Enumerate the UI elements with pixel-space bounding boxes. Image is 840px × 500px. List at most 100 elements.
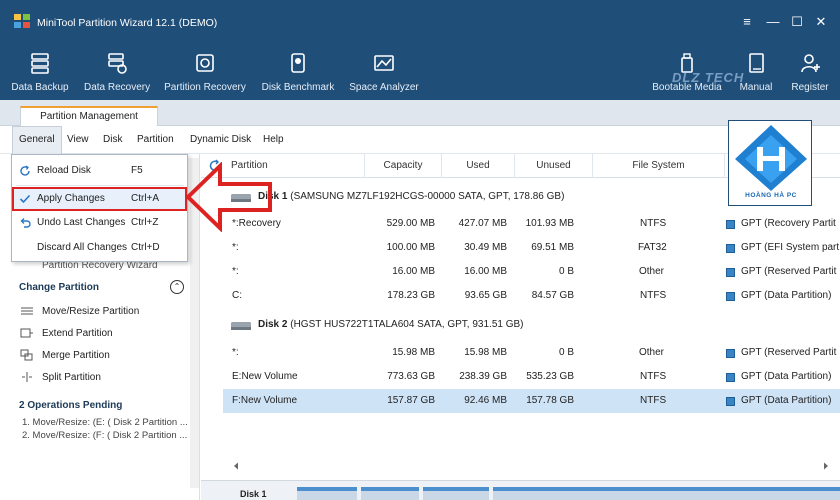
general-dropdown-menu: Reload Disk F5 Apply Changes Ctrl+A Undo… [11, 154, 188, 262]
cell-file-system: NTFS [640, 290, 667, 301]
tab-partition-management[interactable]: Partition Management [20, 106, 158, 127]
extend-partition-item[interactable]: Extend Partition [20, 328, 113, 339]
cell-type: GPT (Data Partition) [741, 371, 832, 382]
pending-operation-2[interactable]: 2. Move/Resize: (F: ( Disk 2 Partition .… [22, 430, 187, 441]
manual-button[interactable]: Manual [736, 52, 776, 98]
diskmap-segment[interactable] [297, 487, 357, 500]
collapse-icon[interactable]: ⌃ [170, 280, 184, 294]
disk-2-detail: (HGST HUS722T1TALA604 SATA, GPT, 931.51 … [290, 319, 524, 330]
merge-partition-label: Merge Partition [42, 350, 110, 361]
menu-help[interactable]: Help [257, 126, 290, 154]
menu-disk[interactable]: Disk [97, 126, 128, 154]
reload-disk-item[interactable]: Reload Disk F5 [12, 159, 187, 183]
diskmap-disk-label: Disk 1 [240, 489, 267, 499]
app-logo-icon [14, 14, 30, 28]
menu-separator [16, 185, 184, 186]
move-resize-icon [21, 307, 33, 315]
bootable-media-button[interactable]: Bootable Media [652, 52, 722, 98]
manual-icon [749, 53, 764, 73]
disk-benchmark-icon [291, 53, 305, 73]
col-used[interactable]: Used [442, 154, 515, 178]
cell-file-system: FAT32 [638, 242, 667, 253]
operations-pending-heading: 2 Operations Pending [19, 400, 123, 411]
menu-partition[interactable]: Partition [131, 126, 180, 154]
data-backup-button[interactable]: Data Backup [8, 52, 72, 98]
partition-type-icon [726, 397, 735, 406]
cell-capacity: 100.00 MB [386, 242, 435, 253]
cell-type: GPT (Reserved Partit [741, 266, 837, 277]
cell-capacity: 16.00 MB [392, 266, 435, 277]
move-resize-partition-item[interactable]: Move/Resize Partition [21, 306, 139, 317]
undo-icon [20, 218, 31, 228]
cell-capacity: 529.00 MB [386, 218, 435, 229]
disk-2-row[interactable]: Disk 2 (HGST HUS722T1TALA604 SATA, GPT, … [201, 314, 840, 336]
table-row-selected[interactable]: F:New Volume 157.87 GB 92.46 MB 157.78 G… [223, 389, 840, 413]
space-analyzer-icon [374, 55, 394, 71]
menu-general[interactable]: General [12, 126, 62, 154]
space-analyzer-button[interactable]: Space Analyzer [349, 52, 419, 98]
table-row[interactable]: *: 16.00 MB 16.00 MB 0 B Other GPT (Rese… [223, 260, 840, 284]
menu-icon[interactable]: ≡ [738, 13, 756, 31]
cell-capacity: 178.23 GB [387, 290, 435, 301]
diskmap-segment[interactable] [423, 487, 489, 500]
title-bar: MiniTool Partition Wizard 12.1 (DEMO) ≡ … [0, 0, 840, 44]
reload-disk-shortcut: F5 [131, 165, 143, 176]
table-row[interactable]: *: 15.98 MB 15.98 MB 0 B Other GPT (Rese… [223, 341, 840, 365]
col-capacity[interactable]: Capacity [365, 154, 442, 178]
change-partition-heading: Change Partition [19, 282, 100, 293]
table-row[interactable]: *: 100.00 MB 30.49 MB 69.51 MB FAT32 GPT… [223, 236, 840, 260]
register-button[interactable]: Register [788, 52, 832, 98]
cell-used: 92.46 MB [464, 395, 507, 406]
col-file-system[interactable]: File System [593, 154, 725, 178]
register-icon [801, 54, 820, 73]
diskmap-segment[interactable] [361, 487, 419, 500]
data-recovery-label: Data Recovery [84, 82, 151, 93]
cell-partition: C: [232, 290, 242, 301]
discard-all-changes-item[interactable]: Discard All Changes Ctrl+D [12, 236, 187, 260]
table-row[interactable]: *:Recovery 529.00 MB 427.07 MB 101.93 MB… [223, 212, 840, 236]
bootable-media-icon [681, 53, 693, 73]
partition-recovery-icon [196, 54, 214, 72]
disk-benchmark-button[interactable]: Disk Benchmark [261, 52, 335, 98]
undo-last-changes-shortcut: Ctrl+Z [131, 217, 159, 228]
cell-file-system: Other [639, 347, 665, 358]
cell-capacity: 773.63 GB [387, 371, 435, 382]
cell-file-system: Other [639, 266, 665, 277]
menu-view[interactable]: View [61, 126, 95, 154]
table-row[interactable]: E:New Volume 773.63 GB 238.39 GB 535.23 … [223, 365, 840, 389]
app-window: MiniTool Partition Wizard 12.1 (DEMO) ≡ … [0, 0, 840, 500]
close-icon[interactable]: ✕ [812, 13, 830, 31]
apply-changes-item[interactable]: Apply Changes Ctrl+A [12, 187, 187, 211]
cell-capacity: 15.98 MB [392, 347, 435, 358]
split-partition-item[interactable]: Split Partition [22, 372, 101, 383]
logo-diamond-icon [735, 125, 807, 191]
cell-capacity: 157.87 GB [387, 395, 435, 406]
split-partition-label: Split Partition [42, 372, 101, 383]
col-unused[interactable]: Unused [515, 154, 593, 178]
minimize-icon[interactable]: — [764, 13, 782, 31]
disk-1-detail: (SAMSUNG MZ7LF192HCGS-00000 SATA, GPT, 1… [290, 191, 565, 202]
space-analyzer-label: Space Analyzer [349, 82, 419, 93]
horizontal-scrollbar[interactable] [231, 460, 831, 472]
maximize-icon[interactable]: ☐ [788, 13, 806, 31]
extend-partition-icon [20, 328, 33, 338]
cell-used: 30.49 MB [464, 242, 507, 253]
pending-operation-1[interactable]: 1. Move/Resize: (E: ( Disk 2 Partition .… [22, 417, 188, 428]
cell-unused: 84.57 GB [531, 290, 574, 301]
diskmap-segment[interactable] [493, 487, 840, 500]
extend-partition-label: Extend Partition [42, 328, 113, 339]
hoang-ha-pc-logo: HOÀNG HÀ PC [728, 120, 812, 206]
partition-recovery-button[interactable]: Partition Recovery [164, 52, 246, 98]
undo-last-changes-item[interactable]: Undo Last Changes Ctrl+Z [12, 211, 187, 235]
cell-unused: 157.78 GB [526, 395, 574, 406]
table-row[interactable]: C: 178.23 GB 93.65 GB 84.57 GB NTFS GPT … [223, 284, 840, 308]
data-recovery-button[interactable]: Data Recovery [84, 52, 150, 98]
menu-dynamic-disk[interactable]: Dynamic Disk [184, 126, 257, 154]
cell-used: 427.07 MB [458, 218, 507, 229]
partition-type-icon [726, 349, 735, 358]
discard-all-changes-label: Discard All Changes [37, 242, 128, 253]
hard-disk-icon [231, 322, 251, 330]
partition-type-icon [726, 292, 735, 301]
toolbar: DLZ TECH Data Backup Data Recovery Parti… [0, 44, 840, 100]
merge-partition-item[interactable]: Merge Partition [20, 349, 110, 361]
